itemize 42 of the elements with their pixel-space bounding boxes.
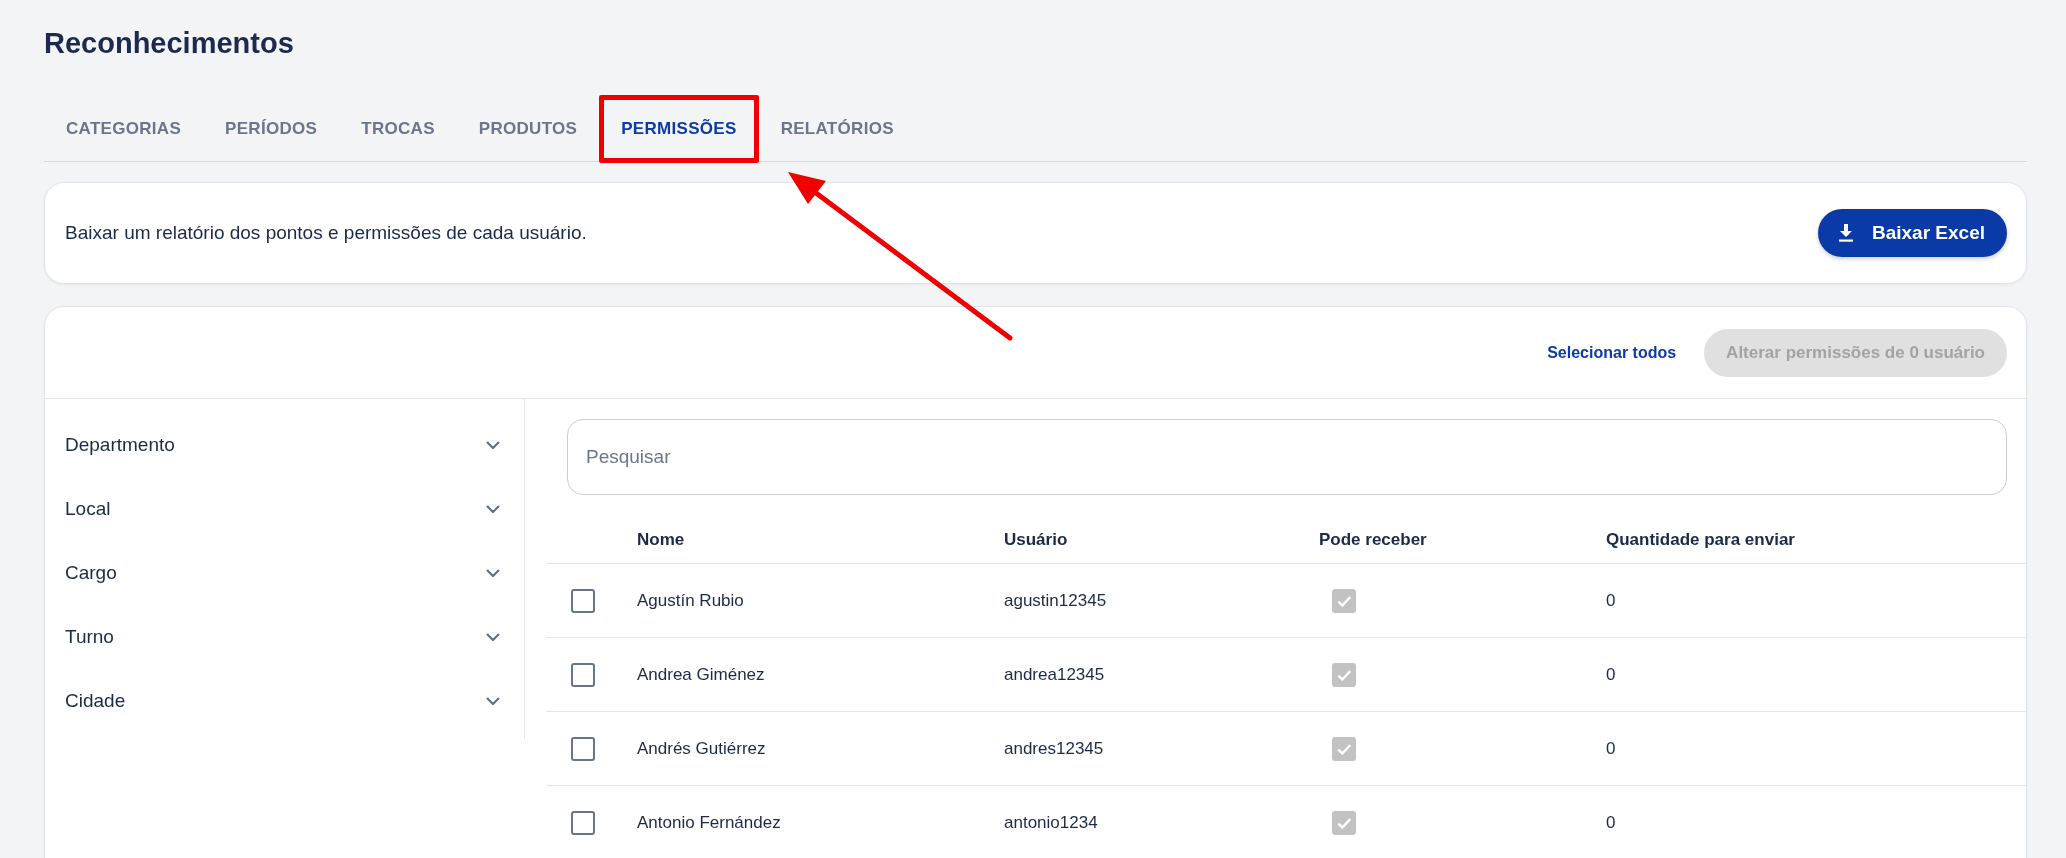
column-header: Usuário [1004,530,1069,550]
export-description: Baixar um relatório dos pontos e permissões de cada usuário. [65,222,587,244]
filter-dropdown[interactable]: Cargo [45,541,524,605]
table-cell-text: Andrea Giménez [637,664,766,685]
row-checkbox[interactable] [571,810,595,835]
select-all-link[interactable]: Selecionar todos [1547,343,1677,362]
table-cell-text: andres12345 [1004,738,1105,759]
tab[interactable]: RELATÓRIOS [763,100,911,158]
column-header: Quantidade para enviar [1606,530,1796,550]
tab[interactable]: PERÍODOS [208,100,335,158]
table-cell-text: 0 [1606,590,1617,611]
filter-dropdown[interactable]: Turno [45,605,524,669]
tab[interactable]: TROCAS [344,100,452,158]
filter-dropdown[interactable]: Departmento [45,413,524,477]
chevron-icon [486,504,500,514]
table-cell-text: 0 [1606,812,1617,833]
filter-dropdown[interactable]: Cidade [45,669,524,733]
table-cell-text: 0 [1606,738,1617,759]
table-cell-text: andrea12345 [1004,664,1106,685]
chevron-icon [486,440,500,450]
search-field[interactable]: Pesquisar [567,419,2007,495]
download-excel-button[interactable]: Baixar Excel [1817,209,2007,257]
table-cell-text: 0 [1606,664,1617,685]
chevron-icon [486,696,500,706]
table-cell-text: Agustín Rubio [637,590,745,611]
chevron-icon [486,568,500,578]
chevron-icon [486,632,500,642]
tab[interactable]: PERMISSÕES [604,100,754,158]
page-title: Reconhecimentos [44,26,295,61]
download-icon [1837,224,1854,242]
row-checkbox[interactable] [571,736,595,761]
table-cell-text: agustin12345 [1004,590,1108,611]
table-cell-text: Antonio Fernández [637,812,782,833]
row-checkbox[interactable] [571,662,595,687]
tab[interactable]: CATEGORIAS [49,100,199,158]
table-cell-text: Andrés Gutiérrez [637,738,767,759]
row-checkbox[interactable] [571,588,595,613]
column-header: Pode receber [1319,530,1428,550]
table-cell-text: antonio1234 [1004,812,1099,833]
column-header: Nome [637,530,686,550]
tab[interactable]: PRODUTOS [461,100,595,158]
filter-dropdown[interactable]: Local [45,477,524,541]
